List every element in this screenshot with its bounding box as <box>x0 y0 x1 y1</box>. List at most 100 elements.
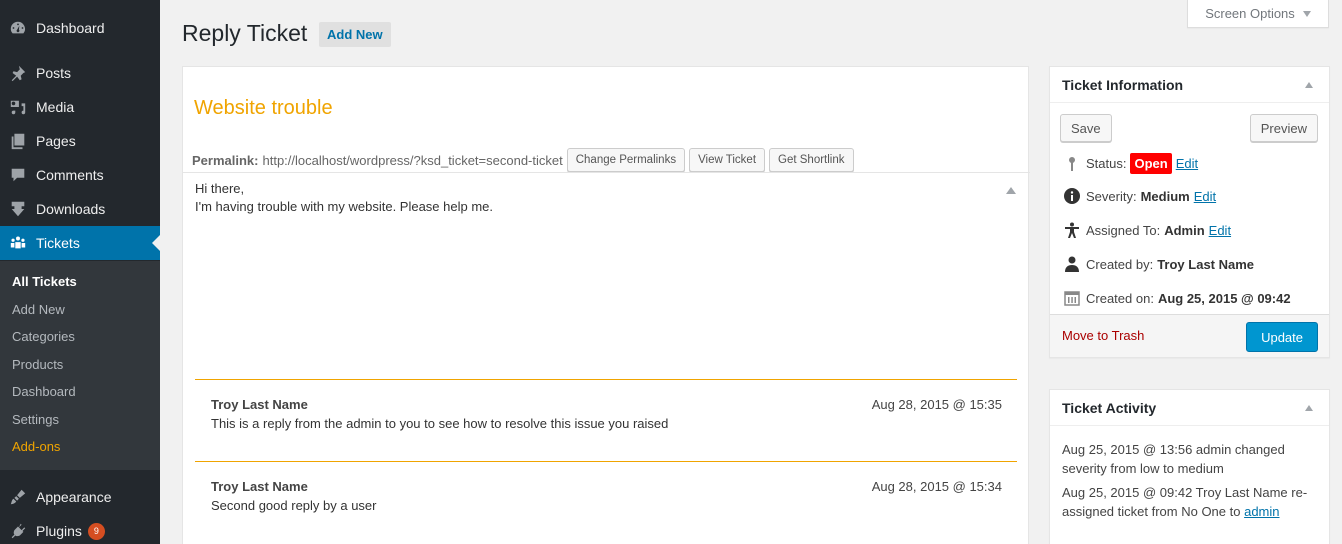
permalink-url[interactable]: http://localhost/wordpress/?ksd_ticket=s… <box>262 153 562 168</box>
created-by-value: Troy Last Name <box>1157 256 1255 272</box>
screen-options-label: Screen Options <box>1205 6 1295 21</box>
sidebar-item-appearance[interactable]: Appearance <box>0 480 160 514</box>
sidebar-item-label: Posts <box>36 65 72 81</box>
change-permalinks-button[interactable]: Change Permalinks <box>566 148 686 172</box>
preview-button[interactable]: Preview <box>1249 114 1318 142</box>
reply-item: Troy Last Name Aug 28, 2015 @ 15:35 This… <box>195 379 1017 462</box>
submenu-products[interactable]: Products <box>0 351 160 379</box>
sidebar-item-label: Media <box>36 99 75 115</box>
permalink-row: Permalink: http://localhost/wordpress/?k… <box>192 148 854 172</box>
ticket-body-line: Hi there, <box>195 181 245 196</box>
ticket-content-box: Website trouble Permalink: http://localh… <box>182 66 1030 544</box>
activity-item: Aug 25, 2015 @ 09:42 Troy Last Name re-a… <box>1062 483 1322 521</box>
screen-options-button[interactable]: Screen Options <box>1187 0 1329 28</box>
edit-status-link[interactable]: Edit <box>1176 156 1198 171</box>
user-icon <box>1062 256 1082 272</box>
collapse-icon[interactable] <box>1006 187 1016 194</box>
page-title: Reply Ticket <box>182 20 308 46</box>
reply-date: Aug 28, 2015 @ 15:34 <box>871 479 1002 494</box>
save-button[interactable]: Save <box>1060 114 1112 142</box>
pin-icon <box>1062 156 1082 172</box>
ticket-activity-title: Ticket Activity <box>1062 399 1157 416</box>
ticket-title[interactable]: Website trouble <box>194 97 333 120</box>
edit-assignee-link[interactable]: Edit <box>1209 223 1231 238</box>
status-badge: Open <box>1130 153 1172 174</box>
created-on-value: Aug 25, 2015 @ 09:42 <box>1157 290 1291 306</box>
major-publishing-actions: Move to Trash Update <box>1050 314 1329 357</box>
reply-date: Aug 28, 2015 @ 15:35 <box>871 397 1002 412</box>
sidebar-item-label: Plugins <box>36 523 82 539</box>
dashboard-icon <box>0 19 36 37</box>
ticket-body-panel: Hi there, I'm having trouble with my web… <box>183 172 1030 544</box>
sidebar-item-comments[interactable]: Comments <box>0 158 160 192</box>
comment-icon <box>0 166 36 184</box>
edit-severity-link[interactable]: Edit <box>1194 189 1216 204</box>
move-to-trash-link[interactable]: Move to Trash <box>1062 328 1144 343</box>
sidebar-item-media[interactable]: Media <box>0 90 160 124</box>
submenu-add-ons[interactable]: Add-ons <box>0 433 160 461</box>
current-menu-arrow <box>152 235 160 251</box>
brush-icon <box>0 488 36 506</box>
sidebar-item-downloads[interactable]: Downloads <box>0 192 160 226</box>
submenu-dashboard[interactable]: Dashboard <box>0 378 160 406</box>
activity-item: Aug 25, 2015 @ 13:56 admin changed sever… <box>1062 440 1322 478</box>
ticket-information-box: Ticket Information Save Preview Status: … <box>1049 66 1330 358</box>
severity-value: Medium <box>1140 188 1190 204</box>
reply-author: Troy Last Name <box>211 397 308 412</box>
ticket-body: Hi there, I'm having trouble with my web… <box>195 180 493 216</box>
activity-text: Aug 25, 2015 @ 13:56 admin changed sever… <box>1062 442 1285 476</box>
update-button[interactable]: Update <box>1246 322 1318 352</box>
ticket-activity-header[interactable]: Ticket Activity <box>1050 390 1329 426</box>
status-label: Status: <box>1086 156 1127 171</box>
sidebar-item-label: Comments <box>36 167 104 183</box>
severity-label: Severity: <box>1086 188 1137 204</box>
reply-body: This is a reply from the admin to you to… <box>211 416 669 431</box>
plugin-update-badge: 9 <box>87 522 105 540</box>
groups-icon <box>0 234 36 252</box>
add-new-button[interactable]: Add New <box>319 22 391 47</box>
get-shortlink-button[interactable]: Get Shortlink <box>769 148 854 172</box>
created-by-row: Created by: Troy Last Name <box>1062 256 1254 272</box>
submenu-add-new[interactable]: Add New <box>0 296 160 324</box>
pages-icon <box>0 132 36 150</box>
submenu-categories[interactable]: Categories <box>0 323 160 351</box>
ticket-activity-box: Ticket Activity Aug 25, 2015 @ 13:56 adm… <box>1049 389 1330 544</box>
submenu-settings[interactable]: Settings <box>0 406 160 434</box>
collapse-icon[interactable] <box>1305 405 1313 411</box>
person-icon <box>1062 222 1082 238</box>
permalink-label: Permalink: <box>192 152 259 168</box>
admin-sidebar: Dashboard Posts Media Pages Comments Dow… <box>0 0 160 544</box>
chevron-down-icon <box>1302 10 1311 17</box>
sidebar-item-pages[interactable]: Pages <box>0 124 160 158</box>
reply-item: Troy Last Name Aug 28, 2015 @ 15:34 Seco… <box>195 461 1017 544</box>
download-icon <box>0 200 36 218</box>
assigned-row: Assigned To: Admin Edit <box>1062 222 1231 238</box>
ticket-body-line: I'm having trouble with my website. Plea… <box>195 199 494 214</box>
media-icon <box>0 98 36 116</box>
sidebar-item-label: Appearance <box>36 489 112 505</box>
created-on-row: Created on: Aug 25, 2015 @ 09:42 <box>1062 290 1291 306</box>
sidebar-item-tickets[interactable]: Tickets <box>0 226 160 260</box>
assigned-label: Assigned To: <box>1086 222 1161 238</box>
pin-icon <box>0 64 36 82</box>
sidebar-item-plugins[interactable]: Plugins 9 <box>0 514 160 544</box>
tickets-submenu: All Tickets Add New Categories Products … <box>0 261 160 470</box>
reply-author: Troy Last Name <box>211 479 308 494</box>
plugin-icon <box>0 522 36 540</box>
collapse-icon[interactable] <box>1305 82 1313 88</box>
sidebar-item-dashboard[interactable]: Dashboard <box>0 11 160 45</box>
assigned-value: Admin <box>1164 222 1205 238</box>
sidebar-item-posts[interactable]: Posts <box>0 56 160 90</box>
activity-user-link[interactable]: admin <box>1244 504 1279 519</box>
sidebar-item-label: Dashboard <box>36 20 105 36</box>
created-on-label: Created on: <box>1086 290 1154 306</box>
created-by-label: Created by: <box>1086 256 1154 272</box>
info-icon <box>1062 188 1082 204</box>
sidebar-item-label: Pages <box>36 133 76 149</box>
status-row: Status: Open Edit <box>1062 153 1198 174</box>
ticket-information-title: Ticket Information <box>1062 76 1184 93</box>
view-ticket-button[interactable]: View Ticket <box>689 148 766 172</box>
submenu-all-tickets[interactable]: All Tickets <box>0 268 160 296</box>
calendar-icon <box>1062 290 1082 306</box>
ticket-information-header[interactable]: Ticket Information <box>1050 67 1329 103</box>
